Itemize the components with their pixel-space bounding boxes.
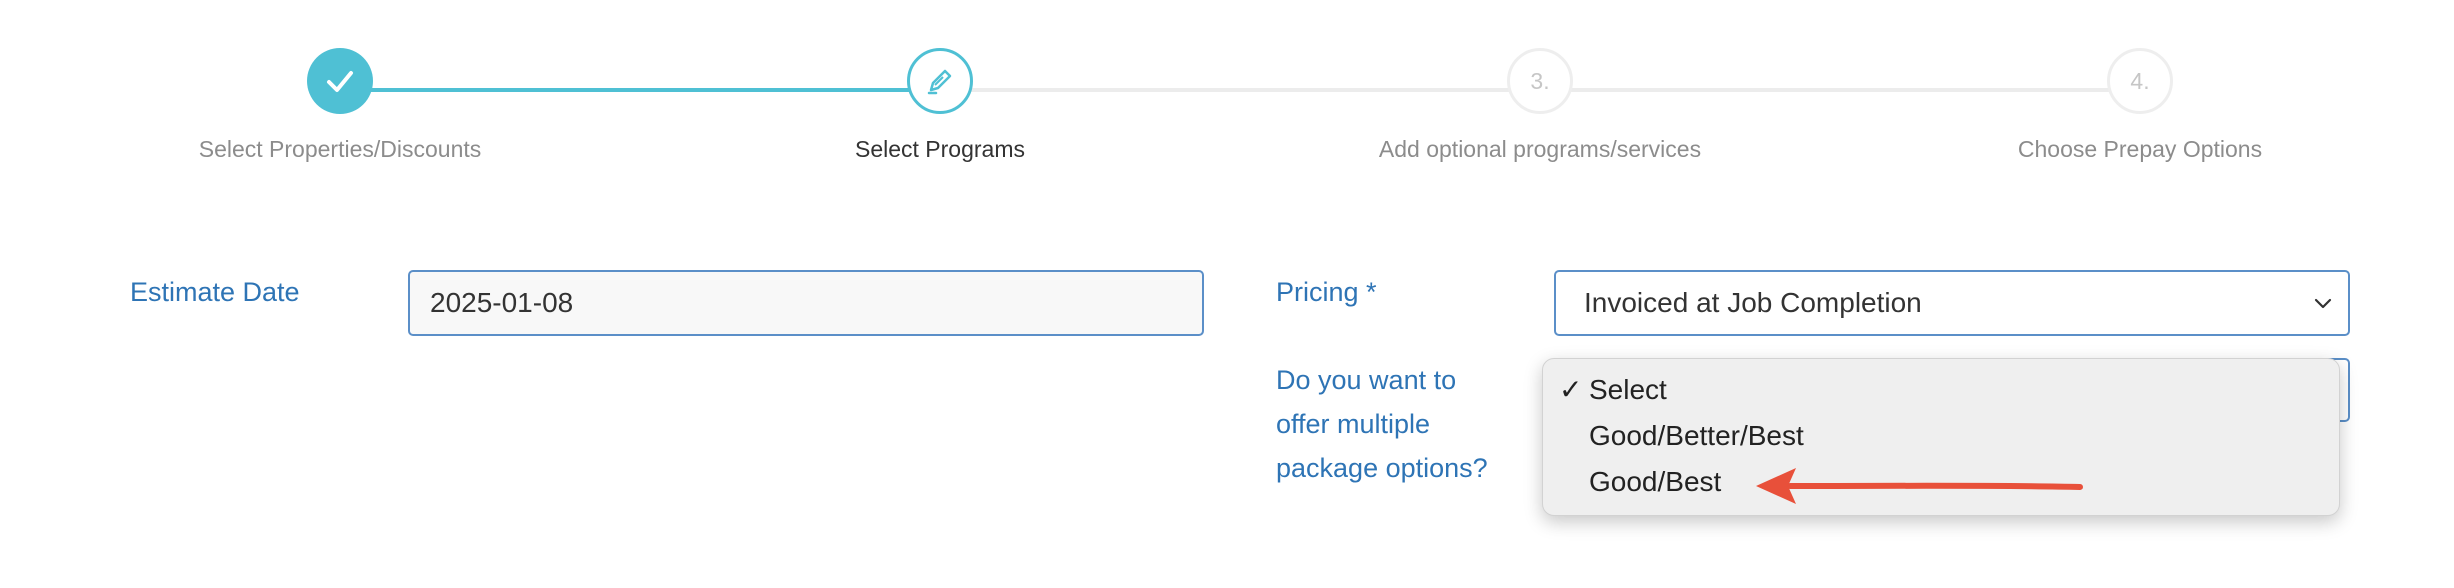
dropdown-option-good-best[interactable]: Good/Best (1589, 462, 1721, 502)
check-icon (327, 71, 353, 92)
package-options-label-line-1: Do you want to (1276, 365, 1457, 395)
estimate-date-input[interactable]: 2025-01-08 (408, 270, 1204, 336)
step-select-programs[interactable]: Select Programs (730, 48, 1150, 163)
dropdown-option-select[interactable]: Select (1589, 370, 1667, 410)
step-2-label: Select Programs (854, 136, 1025, 162)
pricing-select-value: Invoiced at Job Completion (1584, 287, 1922, 318)
estimate-date-label: Estimate Date (130, 277, 300, 307)
step-2-circle (907, 48, 973, 114)
dropdown-option-good-better-best[interactable]: Good/Better/Best (1589, 416, 1804, 456)
step-select-properties[interactable]: Select Properties/Discounts (130, 48, 550, 163)
step-choose-prepay[interactable]: 4. Choose Prepay Options (1930, 48, 2350, 163)
package-options-label-line-3: package options? (1276, 453, 1488, 483)
step-3-circle: 3. (1507, 48, 1573, 114)
package-options-label: Do you want to offer multiple package op… (1276, 358, 1488, 490)
chevron-down-icon (2314, 298, 2332, 309)
step-add-optional-programs[interactable]: 3. Add optional programs/services (1330, 48, 1750, 163)
step-4-label: Choose Prepay Options (2017, 136, 2263, 162)
pricing-label: Pricing * (1276, 277, 1377, 307)
package-options-label-line-2: offer multiple (1276, 409, 1431, 439)
step-4-number: 4. (2130, 67, 2150, 94)
step-4-circle: 4. (2107, 48, 2173, 114)
step-1-label: Select Properties/Discounts (198, 136, 482, 162)
step-1-circle (307, 48, 373, 114)
step-3-number: 3. (1530, 67, 1550, 94)
pricing-select[interactable]: Invoiced at Job Completion (1554, 270, 2350, 336)
step-3-label: Add optional programs/services (1378, 136, 1702, 162)
annotation-arrow-icon (1756, 468, 2083, 504)
pencil-icon (927, 69, 952, 95)
checkmark-icon: ✓ (1559, 374, 1583, 405)
progress-stepper: Select Properties/Discounts Select Progr… (0, 0, 2454, 200)
